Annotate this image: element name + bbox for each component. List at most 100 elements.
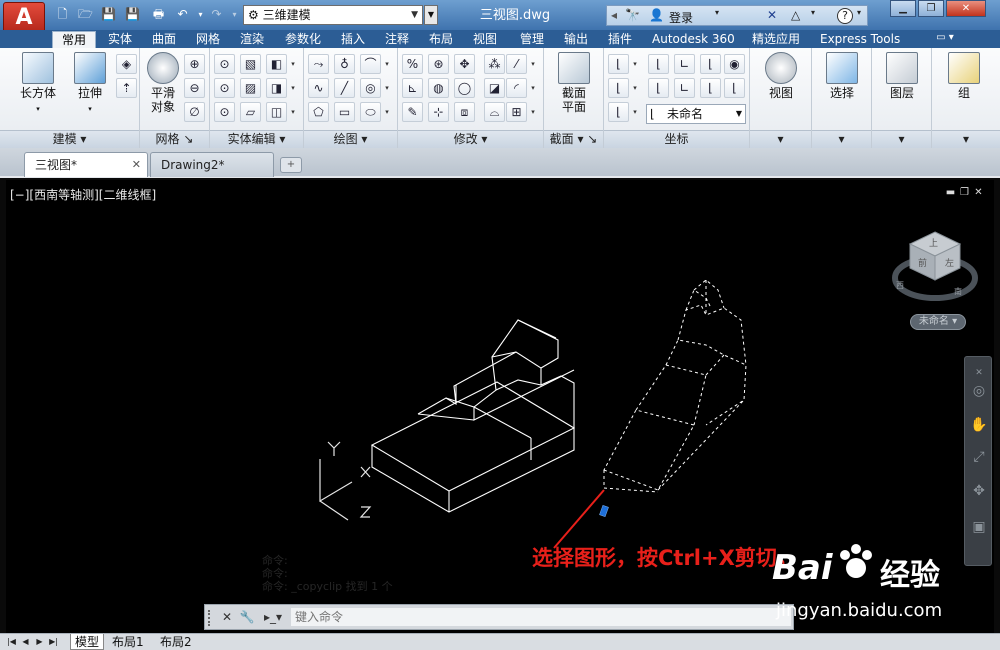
panel-title-mesh[interactable]: 网格 ↘: [140, 130, 209, 148]
orbit-icon[interactable]: ✥: [969, 481, 989, 501]
panel-title-selection[interactable]: ▾: [812, 130, 871, 148]
section-plane-button[interactable]: 截面 平面: [550, 52, 598, 114]
interfere-icon[interactable]: ▨: [240, 78, 261, 98]
panel-title-solid-editing[interactable]: 实体编辑 ▾: [210, 130, 303, 148]
rotate-icon[interactable]: ◯: [454, 78, 475, 98]
ucs-x-icon[interactable]: ⌊: [700, 78, 721, 98]
restore-button[interactable]: ❐: [918, 0, 944, 17]
steering-wheel-icon[interactable]: ◎: [969, 381, 989, 401]
tab-annotate[interactable]: 注释: [383, 31, 411, 48]
smooth-less-icon[interactable]: ⊖: [184, 78, 205, 98]
ucs-3point-icon[interactable]: ∟: [674, 78, 695, 98]
chevron-down-icon[interactable]: ▾: [857, 8, 861, 17]
line-icon[interactable]: ╱: [334, 78, 355, 98]
erase-icon[interactable]: ✎: [402, 102, 423, 122]
file-tab[interactable]: Drawing2*: [150, 152, 274, 177]
last-layout-icon[interactable]: ▶|: [48, 635, 59, 649]
ucs-view-icon[interactable]: ◉: [724, 54, 745, 74]
minimize-button[interactable]: ▁: [890, 0, 916, 17]
chevron-down-icon[interactable]: ▾: [383, 78, 391, 98]
trim-icon[interactable]: ⁄: [506, 54, 527, 74]
tab-render[interactable]: 渲染: [238, 31, 266, 48]
file-tab-active[interactable]: 三视图* ✕: [24, 152, 148, 177]
prev-layout-icon[interactable]: ◀: [20, 635, 31, 649]
autodesk-360-icon[interactable]: △: [791, 8, 800, 22]
chevron-down-icon[interactable]: ▾: [383, 54, 391, 74]
ucs-object-icon[interactable]: ⌊: [608, 78, 629, 98]
smooth-object-button[interactable]: 平滑 对象: [144, 52, 182, 114]
chevron-down-icon[interactable]: ▾: [631, 102, 639, 122]
ucs-previous-icon[interactable]: ⌊: [648, 78, 669, 98]
close-icon[interactable]: ✕: [132, 153, 141, 177]
tab-solid[interactable]: 实体: [106, 31, 134, 48]
exchange-apps-icon[interactable]: ✕: [767, 8, 777, 22]
subtract-icon[interactable]: ⊙: [214, 78, 235, 98]
intersect-icon[interactable]: ⊙: [214, 102, 235, 122]
viewcube[interactable]: 上 前 左 南 西: [892, 226, 978, 306]
new-drawing-tab-button[interactable]: +: [280, 157, 302, 173]
fillet-icon[interactable]: %: [402, 54, 423, 74]
layers-button[interactable]: 图层: [880, 52, 924, 100]
refine-mesh-icon[interactable]: ∅: [184, 102, 205, 122]
selection-button[interactable]: 选择: [820, 52, 864, 100]
redo-dropdown-icon[interactable]: ▾: [226, 6, 243, 23]
chevron-down-icon[interactable]: ▾: [289, 78, 297, 98]
layout-tab-2[interactable]: 布局2: [160, 634, 192, 650]
tab-surface[interactable]: 曲面: [150, 31, 178, 48]
move-icon[interactable]: ✥: [454, 54, 475, 74]
wrench-icon[interactable]: 🔧: [239, 609, 255, 625]
panel-title-draw[interactable]: 绘图 ▾: [304, 130, 397, 148]
tab-view[interactable]: 视图: [471, 31, 499, 48]
3d-move-icon[interactable]: ⊹: [428, 102, 449, 122]
tab-layout[interactable]: 布局: [427, 31, 455, 48]
chevron-down-icon[interactable]: ▾: [529, 54, 537, 74]
presspull-icon[interactable]: ⇡: [116, 78, 137, 98]
show-motion-icon[interactable]: ▣: [969, 517, 989, 537]
ucs-origin-icon[interactable]: ∟: [674, 54, 695, 74]
panel-title-coordinates[interactable]: 坐标: [604, 130, 749, 148]
arc-icon[interactable]: ⌒: [360, 54, 381, 74]
tab-autodesk-360[interactable]: Autodesk 360: [650, 31, 737, 48]
circle-icon[interactable]: ◎: [360, 78, 381, 98]
tab-mesh[interactable]: 网格: [194, 31, 222, 48]
drag-handle[interactable]: [208, 610, 213, 626]
ellipse-icon[interactable]: ⬭: [360, 102, 381, 122]
login-link[interactable]: 登录: [669, 9, 693, 26]
tab-featured-apps[interactable]: 精选应用: [750, 31, 802, 48]
print-icon[interactable]: 🖶: [150, 6, 167, 23]
shell-icon[interactable]: ◫: [266, 102, 287, 122]
help-icon[interactable]: ?: [837, 8, 853, 24]
extrude-button[interactable]: 拉伸 ▾: [68, 52, 112, 116]
new-file-icon[interactable]: 🗋: [54, 6, 71, 23]
chevron-down-icon[interactable]: ▾: [715, 8, 719, 17]
panel-title-view[interactable]: ▾: [750, 130, 811, 148]
ucs-icon[interactable]: ⌊: [608, 54, 629, 74]
tab-plugins[interactable]: 插件: [606, 31, 634, 48]
panel-title-modify[interactable]: 修改 ▾: [398, 130, 543, 148]
chevron-down-icon[interactable]: ▾: [529, 78, 537, 98]
groups-button[interactable]: 组: [942, 52, 986, 100]
fillet-edge-icon[interactable]: ◜: [506, 78, 527, 98]
rectangle-icon[interactable]: ▭: [334, 102, 355, 122]
tab-manage[interactable]: 管理: [518, 31, 546, 48]
chevron-down-icon[interactable]: ▾: [289, 54, 297, 74]
zoom-extents-icon[interactable]: ⤢: [969, 447, 989, 467]
polygon-icon[interactable]: ⬠: [308, 102, 329, 122]
tab-parametric[interactable]: 参数化: [283, 31, 323, 48]
extract-edges-icon[interactable]: ◧: [266, 54, 287, 74]
workspace-select[interactable]: ⚙ 三维建模 ▼: [243, 5, 423, 25]
expand-arrow-icon[interactable]: ◂: [611, 8, 617, 22]
binoculars-icon[interactable]: 🔭: [625, 8, 640, 22]
chevron-down-icon[interactable]: ▾: [811, 8, 815, 17]
named-ucs-select[interactable]: ⌊ 未命名 ▼: [646, 104, 746, 124]
chevron-down-icon[interactable]: ▾: [529, 102, 537, 122]
ucs-world-icon[interactable]: ⌊: [648, 54, 669, 74]
separate-icon[interactable]: ◨: [266, 78, 287, 98]
close-icon[interactable]: ✕: [219, 609, 235, 625]
customize-quick-access-button[interactable]: ▼: [424, 5, 438, 25]
panel-title-layers[interactable]: ▾: [872, 130, 931, 148]
panel-title-section[interactable]: 截面 ▾ ↘: [544, 130, 603, 148]
next-layout-icon[interactable]: ▶: [34, 635, 45, 649]
close-button[interactable]: ✕: [946, 0, 986, 17]
chevron-down-icon[interactable]: ▾: [289, 102, 297, 122]
